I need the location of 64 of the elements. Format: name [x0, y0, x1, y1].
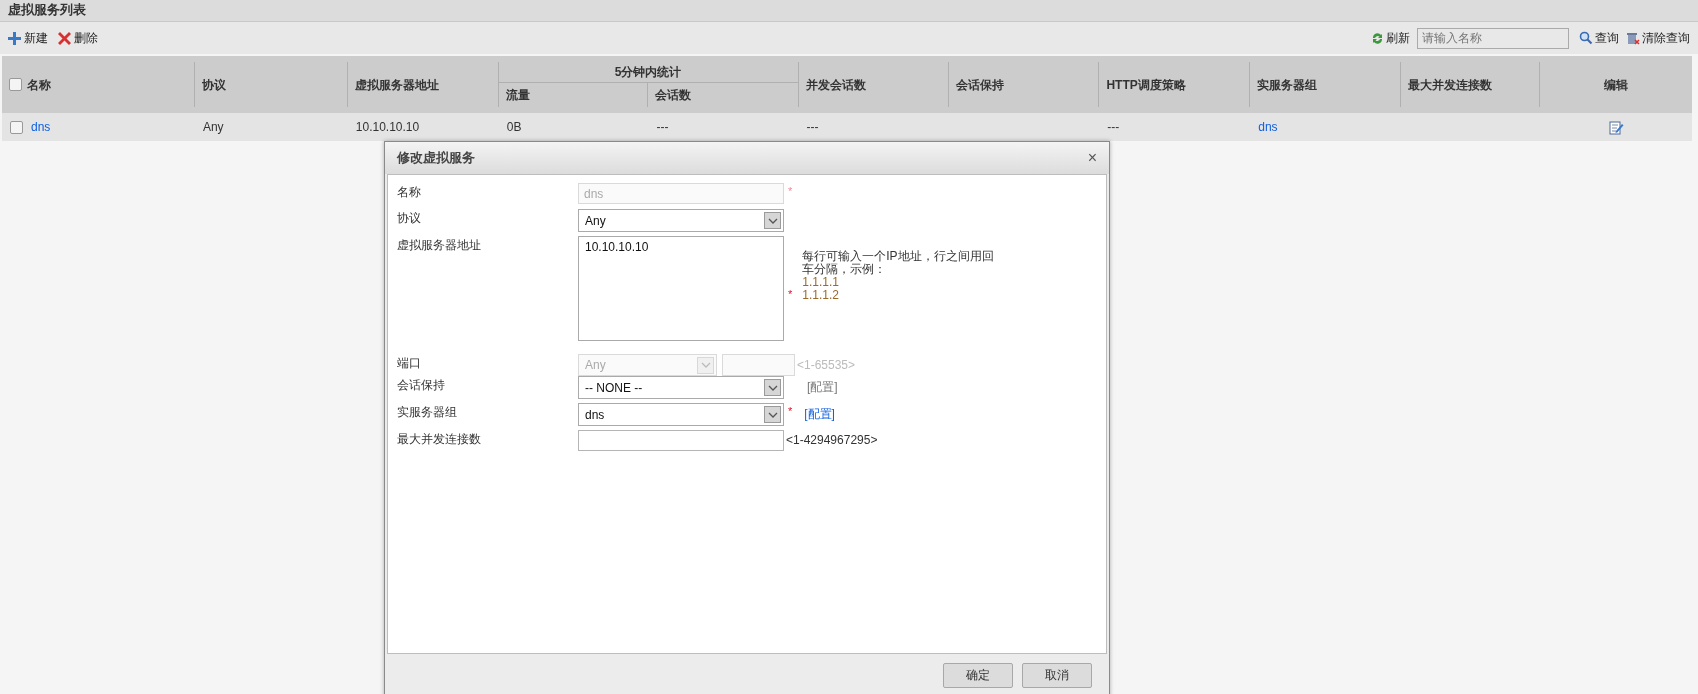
group-header: 5分钟内统计: [498, 62, 798, 83]
clear-query-button[interactable]: 清除查询: [1626, 29, 1690, 47]
column-header: 会话保持: [955, 76, 1004, 94]
required-mark: *: [788, 184, 793, 199]
new-button[interactable]: 新建: [8, 29, 48, 47]
table-cell-text: 0B: [506, 119, 522, 136]
select-dropdown[interactable]: dns: [578, 403, 784, 426]
example-text: 1.1.1.1: [802, 276, 840, 289]
column-header: 流量: [498, 83, 649, 107]
hint-text: 每行可输入一个IP地址，行之间用回车分隔，示例：: [802, 250, 995, 276]
dropdown-caret-icon: [764, 212, 781, 229]
field-label: 最大并发连接数: [396, 431, 482, 448]
address-textarea[interactable]: 10.10.10.10: [578, 236, 784, 341]
column-header: 名称: [27, 76, 51, 94]
cross-icon: [58, 31, 71, 45]
column-header: 协议: [201, 76, 226, 94]
required-mark: *: [788, 404, 793, 419]
dropdown-caret-icon: [697, 356, 714, 374]
table-cell-text: ---: [806, 119, 819, 136]
field-label: 实服务器组: [396, 404, 458, 421]
example-text: 1.1.1.2: [802, 289, 840, 302]
range-hint: <1-65535>: [797, 357, 856, 374]
config-link[interactable]: [配置]: [804, 403, 835, 426]
range-hint: <1-4294967295>: [786, 432, 878, 449]
dropdown-caret-icon: [764, 379, 781, 396]
field-label: 名称: [396, 184, 422, 201]
select-dropdown[interactable]: Any: [578, 209, 784, 232]
column-header: 实服务器组: [1257, 76, 1318, 94]
column-header: 编辑: [1604, 76, 1629, 94]
field-label: 会话保持: [396, 377, 446, 394]
column-header: 并发会话数: [805, 76, 866, 94]
close-button[interactable]: ×: [1087, 150, 1097, 166]
table-cell-text: ---: [1107, 119, 1120, 136]
dialog-title: 修改虚拟服务: [397, 149, 475, 168]
page-title-bar: 虚拟服务列表: [0, 0, 1698, 22]
table-link[interactable]: dns: [1258, 118, 1278, 136]
field-label: 虚拟服务器地址: [396, 237, 482, 254]
cancel-button[interactable]: 取消: [1022, 662, 1092, 688]
select-dropdown[interactable]: -- NONE --: [578, 376, 784, 399]
search-icon: [1579, 31, 1593, 45]
row-checkbox[interactable]: [10, 120, 23, 134]
plus-icon: [8, 31, 21, 45]
table-link[interactable]: dns: [31, 118, 51, 136]
table-cell-text: 10.10.10.10: [355, 119, 420, 136]
text-field[interactable]: [578, 430, 784, 451]
column-header: 最大并发连接数: [1408, 76, 1493, 94]
refresh-button[interactable]: 刷新: [1371, 29, 1410, 47]
column-header: HTTP调度策略: [1106, 76, 1186, 94]
column-header: 会话数: [654, 87, 693, 104]
delete-button[interactable]: 删除: [58, 29, 98, 47]
confirm-button[interactable]: 确定: [943, 662, 1013, 688]
select-all-checkbox[interactable]: [9, 78, 22, 91]
trash-icon: [1626, 31, 1640, 45]
search-field[interactable]: 请输入名称: [1417, 27, 1569, 49]
query-button[interactable]: 查询: [1579, 29, 1619, 47]
required-mark: *: [788, 287, 793, 300]
column-header: 虚拟服务器地址: [354, 76, 439, 94]
table-cell-text: Any: [202, 119, 224, 136]
refresh-icon: [1371, 31, 1384, 45]
field-label: 端口: [396, 355, 422, 372]
table-cell-text: ---: [656, 119, 669, 136]
edit-icon[interactable]: [1608, 119, 1624, 135]
field-label: 协议: [396, 210, 422, 227]
dropdown-caret-icon: [764, 406, 781, 423]
